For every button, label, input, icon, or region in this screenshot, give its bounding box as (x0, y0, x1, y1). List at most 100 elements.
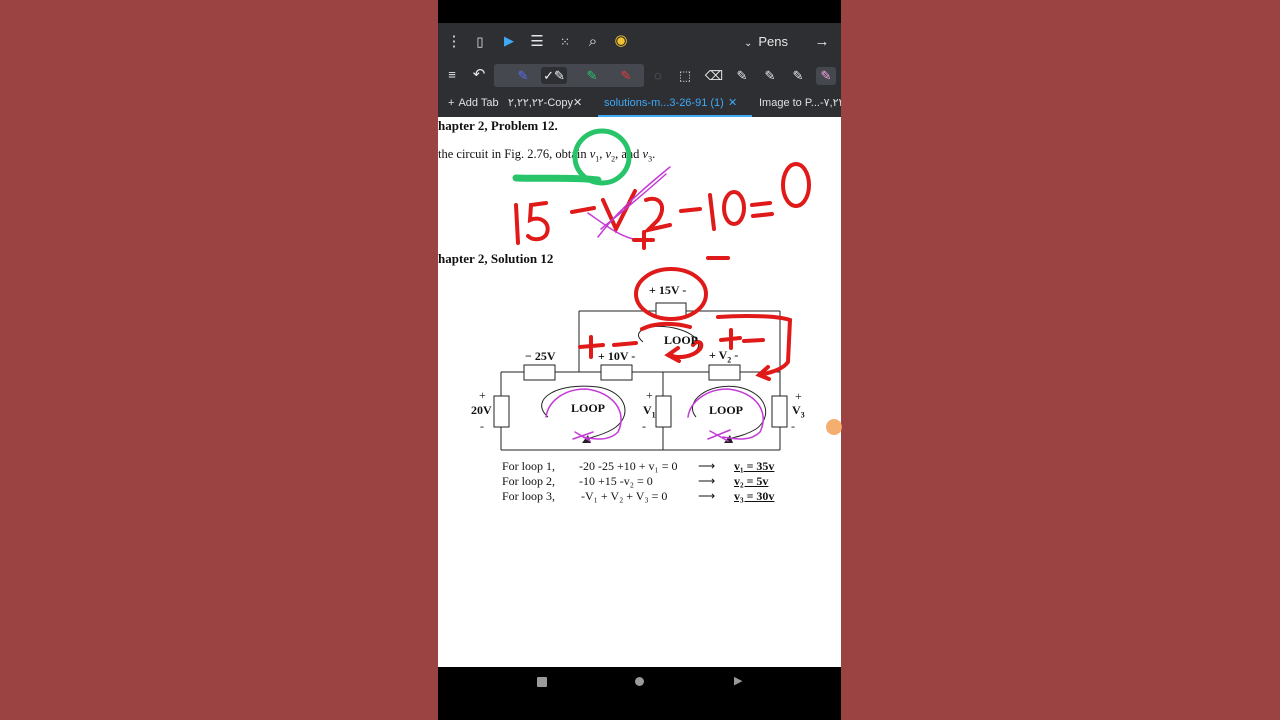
loop1-label: LOOP (571, 401, 606, 415)
ink-plus (632, 230, 655, 250)
tab-copy-label: ٢,٢٢,٢٢-Copy (508, 97, 573, 109)
background-left (0, 0, 438, 720)
equation-1: -20 -25 +10 + v₁ = 0 (579, 459, 678, 473)
pen-blue-icon[interactable]: ✎ (513, 67, 533, 84)
search-icon[interactable]: ⌕ (582, 32, 604, 52)
equation-row-2: For loop 2, -10 +15 -v₂ = 0 ⟶ v₂ = 5v (502, 474, 802, 489)
result-1: v₁ = 35v (734, 459, 775, 473)
label-20v-minus: - (480, 419, 484, 433)
tab-solutions[interactable]: solutions-m...3-26-91 (1) (604, 90, 724, 117)
page-icon[interactable]: ▯ (469, 32, 491, 52)
document-page[interactable]: hapter 2, Problem 12. the circuit in Fig… (438, 117, 841, 667)
phone-screen: ⋮ ▯ ▶ ☰ ⁙ ⌕ ◉ ⌄ Pens → ≡ ↶ ✎ ✓✎ ✎ ✎ ◌ ⬚ ⌫… (438, 0, 841, 720)
label-v2: + V2 - (709, 348, 738, 364)
element-v3 (771, 395, 788, 428)
pen-red-icon[interactable]: ✎ (616, 67, 636, 84)
ink-zero (781, 162, 811, 208)
label-v2-text: + V (709, 348, 728, 362)
close-tab-copy-icon[interactable]: ✕ (573, 90, 582, 117)
chevron-down-icon: ⌄ (744, 38, 753, 49)
bookmark-icon[interactable]: ▶ (498, 31, 520, 51)
bulb-icon[interactable]: ◉ (610, 31, 632, 51)
ink-digit-1 (514, 203, 520, 245)
label-15v: + 15V - (649, 283, 687, 297)
more-vert-icon[interactable]: ⋮ (443, 32, 465, 52)
loop3-label: LOOP (709, 403, 744, 417)
recent-apps-icon[interactable] (537, 677, 547, 687)
tab-copy[interactable]: ٢,٢٢,٢٢-Copy (508, 90, 573, 117)
source-25v (523, 364, 556, 381)
undo-icon[interactable]: ↶ (468, 65, 490, 85)
ink-digit-5 (526, 201, 550, 242)
result-3: v₃ = 30v (734, 489, 775, 503)
label-v3-minus: - (791, 419, 795, 433)
ink-equals (750, 201, 774, 218)
element-v1 (655, 395, 672, 428)
ink-minus-2 (679, 207, 702, 213)
equation-row-3: For loop 3, -V₁ + V₂ + V₃ = 0 ⟶ v₃ = 30v (502, 489, 802, 504)
equation-row-1: For loop 1, -20 -25 +10 + v₁ = 0 ⟶ v₁ = … (502, 459, 802, 474)
label-v3: V3 (792, 403, 805, 419)
background-right (841, 0, 1280, 720)
highlighter-3-icon[interactable]: ✎ (788, 67, 808, 85)
label-v2-minus: - (734, 348, 739, 362)
equation-label-3: For loop 3, (502, 489, 556, 503)
back-icon[interactable]: ▶ (734, 675, 742, 688)
add-tab-button[interactable]: + Add Tab (448, 90, 499, 117)
label-v3-plus: + (795, 389, 802, 403)
label-v2-sub: 2 (727, 355, 732, 365)
toolbar-menu-icon[interactable]: ≡ (441, 65, 463, 85)
equation-label-1: For loop 1, (502, 459, 556, 473)
ink-digit-0 (722, 190, 746, 226)
arrow-2-icon: ⟶ (698, 474, 716, 488)
highlighter-2-icon[interactable]: ✎ (760, 67, 780, 85)
equation-label-2: For loop 2, (502, 474, 556, 488)
label-v1-plus: + (646, 388, 653, 402)
arrow-right-icon[interactable]: → (811, 32, 833, 52)
ink-minus-left (612, 341, 638, 347)
lasso-icon[interactable]: ◌ (648, 67, 668, 85)
plus-icon: + (448, 97, 455, 109)
pen-toolbar: ≡ ↶ ✎ ✓✎ ✎ ✎ ◌ ⬚ ⌫ ✎ ✎ ✎ ✎ (438, 61, 841, 90)
close-tab-solutions-icon[interactable]: ✕ (728, 90, 737, 117)
ink-digit-1b (708, 193, 716, 231)
list-icon[interactable]: ☰ (526, 32, 548, 52)
tab-bar: + Add Tab ٢,٢٢,٢٢-Copy ✕ solutions-m...3-… (438, 90, 841, 117)
ink-digit-2 (641, 196, 672, 234)
source-10v (600, 364, 633, 381)
equations-block: For loop 1, -20 -25 +10 + v₁ = 0 ⟶ v₁ = … (502, 459, 802, 504)
pens-label: Pens (758, 34, 789, 49)
green-underline (512, 174, 602, 184)
source-20v (493, 395, 510, 428)
equation-3: -V₁ + V₂ + V₃ = 0 (581, 489, 668, 503)
green-circle (572, 128, 632, 186)
result-2: v₂ = 5v (734, 474, 769, 488)
floating-assistant-icon[interactable] (826, 419, 842, 435)
eraser-icon[interactable]: ⌫ (704, 67, 724, 85)
select-icon[interactable]: ⬚ (675, 67, 695, 85)
ink-minus-1 (570, 206, 596, 214)
label-20v: 20V (471, 403, 492, 417)
arrow-3-icon: ⟶ (698, 489, 716, 503)
tab-image-label: Image to P...-٧,٢٢,٢ (759, 97, 841, 109)
tab-image-to-pdf[interactable]: Image to P...-٧,٢٢,٢ (759, 90, 841, 117)
equation-2: -10 +15 -v₂ = 0 (579, 474, 653, 488)
highlighter-4-icon[interactable]: ✎ (816, 67, 836, 85)
label-25v: − 25V (525, 349, 556, 363)
label-v1: V1 (643, 403, 656, 419)
pens-dropdown[interactable]: ⌄ Pens (744, 34, 788, 49)
pen-selected-icon[interactable]: ✓✎ (541, 67, 567, 84)
top-toolbar: ⋮ ▯ ▶ ☰ ⁙ ⌕ ◉ ⌄ Pens → (438, 23, 841, 61)
grid-icon[interactable]: ⁙ (554, 32, 576, 52)
label-v1-text: V (643, 403, 652, 417)
home-icon[interactable] (635, 677, 644, 686)
arrow-1-icon: ⟶ (698, 459, 716, 473)
loop2-label: LOOP (664, 333, 699, 347)
tab-solutions-label: solutions-m...3-26-91 (1) (604, 97, 724, 109)
android-nav-bar: ▶ (438, 667, 841, 720)
label-v3-sub: 3 (800, 410, 805, 420)
highlighter-1-icon[interactable]: ✎ (732, 67, 752, 85)
pen-group: ✎ ✓✎ ✎ ✎ (494, 64, 644, 87)
pen-green-icon[interactable]: ✎ (582, 67, 602, 84)
label-10v: + 10V - (598, 349, 636, 363)
